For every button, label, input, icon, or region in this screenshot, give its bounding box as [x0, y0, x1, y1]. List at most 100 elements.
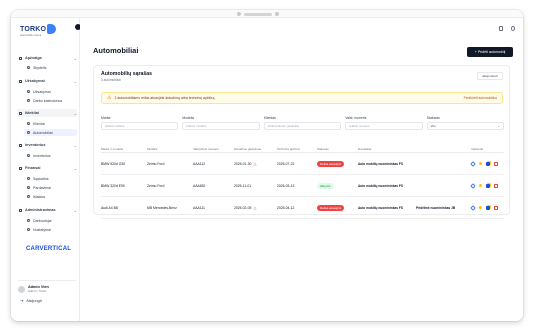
sidebar-item-islaidos[interactable]: Išlaidos [24, 193, 77, 200]
filter-label: Marka [101, 116, 111, 120]
status-select[interactable]: Visi ⌄ [426, 122, 505, 130]
make-filter-input[interactable]: Ieškoti markės [101, 122, 179, 130]
insurer-name: Auto mobilių nuomininkas FS [358, 183, 403, 188]
sun-icon[interactable] [479, 162, 482, 165]
admin-icon [19, 208, 22, 212]
sun-icon[interactable] [479, 184, 482, 187]
table-row[interactable]: BMW 520d G30 Zeimu Ford AAA112 2025-01-3… [101, 153, 504, 175]
resources-icon [19, 111, 22, 115]
calendar-icon [27, 99, 30, 102]
cell-insurer: Auto mobilių nuomininkas FS [358, 184, 471, 188]
logout-label: Atsijungti [26, 298, 42, 303]
sidebar-item-automobiliai[interactable]: Automobiliai [24, 129, 77, 136]
trash-icon[interactable] [494, 183, 498, 188]
cell-actions [470, 182, 504, 189]
column-header[interactable]: Techninė apžiūra [277, 147, 317, 151]
chevron-down-icon: ⌄ [73, 78, 77, 84]
cell-model: Zeimu Ford [147, 161, 165, 166]
column-header[interactable]: Valstybinis numeris [193, 147, 234, 151]
sidebar-item-pardavimai[interactable]: Pardavimai [24, 184, 77, 191]
sidebar-item-nustatymai[interactable]: Nustatymai [24, 226, 77, 233]
insurance-date: 2025-01-30 [234, 161, 252, 166]
filter-plate: Valst. numeris Ieškoti numerio [345, 116, 423, 130]
warning-banner: ⚠ 2 automobiliams reikia atnaujinti drau… [101, 92, 503, 104]
sidebar-group-label: Užsakymai [25, 79, 45, 83]
sidebar-group-finansai[interactable]: Finansai ⌄ [17, 164, 77, 172]
sidebar-item-klientai[interactable]: Klientai [24, 120, 77, 127]
column-header: Veiksmai [471, 146, 484, 151]
document-icon[interactable] [486, 205, 490, 210]
plate-filter-input[interactable]: Ieškoti numerio [345, 122, 423, 130]
sidebar-item-uzsakymai[interactable]: Užsakymai [24, 88, 77, 95]
sun-icon[interactable] [479, 206, 482, 209]
row-actions [470, 160, 498, 167]
filter-status: Statusas Visi ⌄ [426, 116, 505, 130]
sidebar-item-saskaitos[interactable]: Sąskaitos [24, 175, 77, 182]
column-header[interactable]: Markė ir modelis [101, 147, 147, 151]
logo-text: TORKO [20, 25, 47, 33]
user-profile[interactable]: Admin Vien Admin / Torko [18, 280, 76, 294]
sidebar-item-darbo-kalendorius[interactable]: Darbo kalendorius [24, 97, 77, 104]
column-header[interactable]: Draudikas [358, 147, 471, 151]
car-icon [27, 131, 30, 134]
sidebar-item-label: Klientai [33, 121, 45, 126]
document-icon[interactable] [486, 183, 490, 188]
window-dot [237, 12, 241, 16]
box-icon [19, 143, 22, 147]
chevron-down-icon: ⌄ [73, 55, 77, 61]
model-filter-input[interactable]: Ieškoti modelio [182, 122, 260, 130]
sidebar-group-apzvalga[interactable]: Apžvalga ⌄ [17, 54, 77, 62]
window-topbar [11, 10, 523, 18]
sidebar-group-label: Inventorius [25, 143, 46, 147]
sidebar-item-inventorius[interactable]: Inventorius [24, 152, 77, 159]
insurer-name: Auto mobilių nuomininkas FS [358, 205, 403, 210]
column-header[interactable]: Draudimo galiojimas [234, 147, 277, 151]
expenses-icon [27, 195, 30, 198]
sidebar-group-administravimas[interactable]: Administravimas ⌄ [17, 206, 77, 214]
sidebar-group-istekliai[interactable]: Ištekliai ⌄ [17, 109, 77, 117]
warning-link[interactable]: Peržiūrėti automobilius [464, 96, 497, 100]
table-row[interactable]: BMW 320d E90 Zeimu Ford AAA652 2025-11-0… [101, 175, 504, 197]
card-subtitle: 3 automobiliai [101, 78, 121, 82]
filter-label: Statusas [426, 116, 440, 120]
logo-mark-icon [47, 24, 57, 34]
add-car-button[interactable]: + Pridėti automobilį [467, 47, 513, 57]
export-button[interactable]: Eksportuoti [477, 72, 503, 80]
cell-actions [470, 204, 504, 211]
insurer-extra: Pridėtinė nuomininkas JB [416, 205, 456, 210]
sidebar-item-label: Darbo kalendorius [33, 98, 63, 103]
sidebar-group-uzsakymai[interactable]: Užsakymai ⌄ [17, 77, 77, 85]
sidebar-item-skydelis[interactable]: Skydelis [24, 64, 77, 71]
sidebar-item-label: Inventorius [33, 153, 51, 158]
sidebar-group-inventorius[interactable]: Inventorius ⌄ [17, 141, 77, 149]
document-icon[interactable] [486, 161, 490, 166]
bell-icon[interactable] [499, 26, 503, 31]
orders-icon [19, 79, 22, 83]
table-row[interactable]: Audi A4 B8 MB Mercedes-Benz AAA111 2025-… [101, 197, 504, 219]
edit-icon[interactable] [470, 182, 476, 189]
column-header[interactable]: Statusas [317, 147, 358, 151]
cell-plate: AAA112 [193, 161, 206, 166]
browser-frame: TORKO automobiliu nuoma Apžvalga ⌄ Skyde… [11, 10, 523, 321]
user-info: Admin Vien Admin / Torko [28, 285, 49, 293]
cell-actions [470, 160, 504, 167]
column-header[interactable]: Modelis [147, 147, 193, 151]
client-filter-input[interactable]: Ieškoti kliento pavardės [263, 122, 342, 130]
main-content: Automobiliai + Pridėti automobilį Automo… [80, 18, 523, 321]
trash-icon[interactable] [494, 161, 498, 166]
alert-icon: △ [253, 205, 257, 210]
cell-model: Zeimu Ford [147, 183, 165, 188]
edit-icon[interactable] [470, 204, 476, 211]
sidebar-item-darbuotojai[interactable]: Darbuotojai [24, 217, 77, 224]
cell-plate: AAA111 [193, 205, 205, 210]
settings-icon[interactable] [511, 26, 515, 31]
insurer-name: Auto mobilių nuomininkas FS [358, 161, 403, 166]
trash-icon[interactable] [494, 205, 498, 210]
carvertical-logo[interactable]: CARVERTICAL [26, 246, 71, 252]
window-controls [237, 12, 279, 16]
chevron-down-icon: ⌄ [73, 142, 77, 148]
logout-button[interactable]: ⇥ Atsijungti [20, 298, 42, 304]
employees-icon [27, 219, 30, 222]
edit-icon[interactable] [470, 160, 476, 167]
chevron-down-icon: ⌄ [497, 124, 501, 128]
